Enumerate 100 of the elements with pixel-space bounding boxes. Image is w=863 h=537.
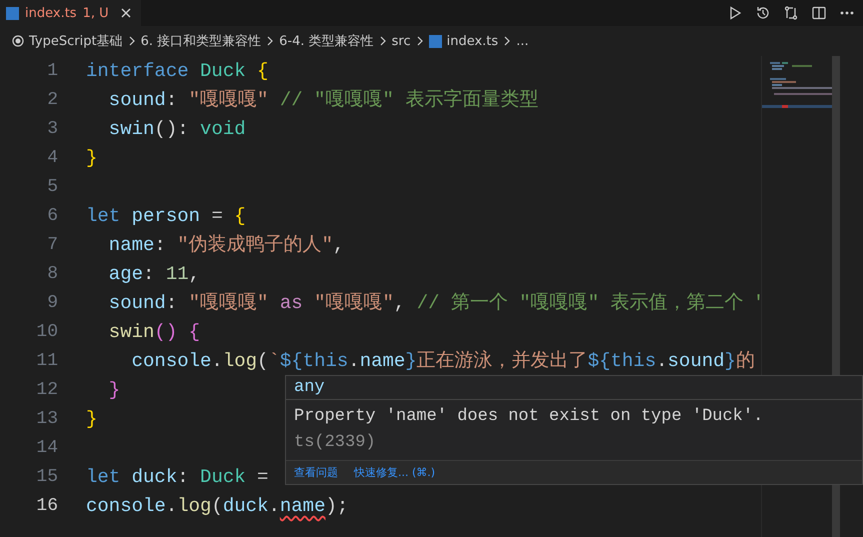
hover-action-link[interactable]: 查看问题 [294,465,338,480]
code-function: log [222,350,258,372]
code-text: : [177,466,189,488]
code-comment: // 第一个 "嘎嘎嘎" 表示值，第二个 " [416,292,761,314]
split-editor-icon[interactable] [811,5,827,21]
code-text: : [166,292,178,314]
code-text: . [656,350,668,372]
line-number: 14 [35,437,59,460]
code-text: . [268,495,280,517]
code-keyword: } [724,350,736,372]
code-identifier: console [130,350,212,372]
code-string: "嘎嘎嘎" [313,292,394,314]
line-number: 15 [35,466,59,489]
code-keyword: let [86,205,120,227]
code-identifier: swin [108,118,154,140]
line-number: 4 [46,147,59,170]
breadcrumb-item[interactable]: src [392,34,411,48]
breadcrumb-item[interactable]: TypeScript基础 [29,32,123,50]
code-type: void [199,118,246,140]
code-string: "嘎嘎嘎" [188,89,268,111]
code-string: "伪装成鸭子的人" [176,234,334,256]
chevron-icon [503,36,512,46]
tab-title: index.ts [25,6,77,20]
line-number: 1 [46,60,59,83]
code-brace: { [233,205,246,227]
code-bracket: } [108,379,120,401]
code-text: . [166,495,178,517]
breadcrumb-item[interactable]: 6-4. 类型兼容性 [279,32,374,50]
code-identifier: duck [130,466,178,488]
chevron-icon [416,36,424,46]
code-keyword: ${this [588,350,656,372]
code-text: . [348,350,360,372]
code-type: Duck [199,466,246,488]
problem-status: 1, U [82,6,109,20]
code-brace: } [86,408,98,430]
code-number: 11 [164,263,189,285]
code-text: = [256,466,268,488]
code-brace: { [256,60,268,82]
line-number: 13 [35,408,59,431]
code-brace: } [86,147,98,169]
code-text: : [154,234,166,256]
line-number: 11 [35,350,59,373]
code-identifier: duck [222,495,268,517]
line-number: 7 [46,234,59,257]
line-number: 10 [35,321,59,344]
breadcrumb-item[interactable]: ... [516,34,529,48]
error-identifier: name [280,495,326,517]
code-string: 的 [736,350,755,372]
code-keyword: let [86,466,120,488]
breadcrumb-item[interactable]: 6. 接口和类型兼容性 [140,32,262,50]
code-text: . [211,350,223,372]
editor-tab[interactable]: index.ts 1, U [0,0,141,26]
code-text: , [333,234,344,256]
code-identifier: sound [108,89,166,111]
history-icon[interactable] [755,5,771,21]
compare-icon[interactable] [783,5,799,21]
code-keyword: as [278,292,303,314]
code-text: ( [257,350,268,372]
code-identifier: name [108,234,154,256]
code-function: log [177,495,212,517]
code-keyword: ${this [280,350,348,372]
code-bracket: () [154,321,178,343]
code-identifier: person [130,205,200,227]
code-identifier: sound [668,350,725,372]
code-comment: // "嘎嘎嘎" 表示字面量类型 [278,89,538,111]
code-text: ); [325,495,348,517]
code-string: "嘎嘎嘎" [188,292,268,314]
code-keyword: interface [86,60,189,82]
code-text: (): [154,118,189,140]
code-text: : [166,89,178,111]
typescript-file-icon [6,6,19,20]
chevron-icon [128,36,136,46]
code-text: , [394,292,406,314]
code-text: : [143,263,154,285]
line-number: 9 [46,292,59,315]
close-icon[interactable] [120,8,131,18]
code-text: ( [211,495,223,517]
code-identifier: name [360,350,406,372]
code-identifier: age [108,263,144,285]
code-string: ` [268,350,280,372]
line-number: 2 [46,89,59,112]
chevron-icon [266,36,274,46]
code-type: Duck [199,60,246,82]
breadcrumb-item[interactable]: index.ts [446,34,498,48]
code-function: swin [108,321,154,343]
hover-action-link[interactable]: 快速修复... (⌘.) [354,465,436,480]
line-number: 5 [46,176,59,199]
line-number: 16 [35,495,59,518]
typescript-file-icon [428,34,442,48]
type-info: any [286,376,862,400]
line-number: 12 [35,379,59,402]
code-keyword: } [405,350,417,372]
code-bracket: { [188,321,200,343]
code-text: = [210,205,223,227]
line-number: 3 [46,118,59,141]
chevron-icon [378,36,387,46]
code-string: 正在游泳，并发出了 [416,350,588,372]
code-identifier: console [86,495,166,517]
error-message: Property 'name' does not exist on type 'Duck'. ts(2339) [293,406,764,454]
line-number: 6 [46,205,59,228]
